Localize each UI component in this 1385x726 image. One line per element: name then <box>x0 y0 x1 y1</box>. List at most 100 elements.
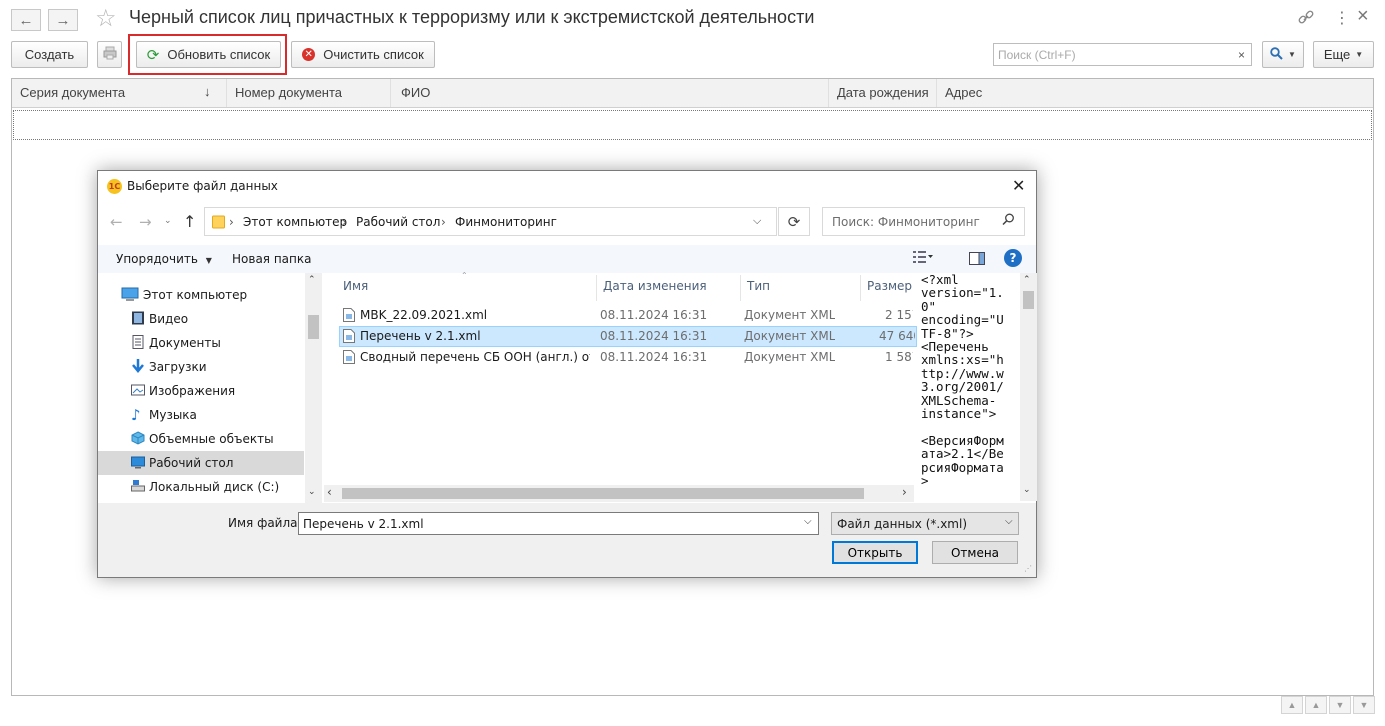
link-icon[interactable] <box>1297 9 1315 31</box>
preview-scrollbar[interactable]: ⌃ ⌄ <box>1020 273 1037 501</box>
more-button-label: Еще <box>1323 47 1351 62</box>
column-header-fio[interactable]: ФИО <box>391 79 829 107</box>
file-type-filter-select[interactable]: Файл данных (*.xml) ⌵ <box>831 512 1019 535</box>
create-button[interactable]: Создать <box>11 41 88 68</box>
breadcrumb-item[interactable]: Финмониторинг <box>455 215 557 229</box>
scroll-down-icon[interactable]: ▼ <box>1329 696 1351 714</box>
search-input[interactable]: Поиск (Ctrl+F) <box>993 43 1233 66</box>
file-row[interactable]: MBK_22.09.2021.xml 08.11.2024 16:31 Доку… <box>339 305 917 326</box>
nav-item-local-disk[interactable]: Локальный диск (C:) <box>98 475 304 499</box>
preview-scrollbar-thumb[interactable] <box>1023 291 1034 309</box>
scroll-down-icon[interactable]: ⌄ <box>308 487 316 497</box>
recent-locations-chevron-icon[interactable]: ⌄ <box>164 216 172 226</box>
nav-item-this-pc[interactable]: Этот компьютер <box>98 283 304 307</box>
favorite-star-icon[interactable]: ☆ <box>95 4 117 33</box>
print-button[interactable] <box>97 41 122 68</box>
navigation-pane[interactable]: Этот компьютер Видео Документы Загрузки … <box>98 273 322 503</box>
nav-scrollbar-thumb[interactable] <box>308 315 319 339</box>
column-label: Дата рождения <box>837 85 929 100</box>
column-header-birthdate[interactable]: Дата рождения <box>829 79 937 107</box>
scroll-up-icon[interactable]: ⌃ <box>1023 275 1031 285</box>
preview-pane-icon[interactable] <box>969 252 985 268</box>
refresh-folder-icon[interactable]: ⟳ <box>778 207 810 236</box>
forward-button[interactable]: → <box>48 9 78 31</box>
column-label: Адрес <box>945 85 983 100</box>
more-button[interactable]: Еще ▼ <box>1313 41 1374 68</box>
help-icon[interactable]: ? <box>1004 249 1022 267</box>
search-clear-icon[interactable]: × <box>1232 43 1252 66</box>
clear-list-label: Очистить список <box>323 47 424 62</box>
back-button[interactable]: ← <box>11 9 41 31</box>
chevron-down-icon[interactable]: ⌵ <box>804 516 812 527</box>
back-arrow-icon[interactable]: ← <box>110 213 123 231</box>
organize-button[interactable]: Упорядочить ▼ <box>116 252 212 266</box>
folder-search-input[interactable]: Поиск: Финмониторинг <box>822 207 1025 236</box>
scroll-left-icon[interactable]: ‹ <box>327 485 332 499</box>
nav-item-desktop[interactable]: Рабочий стол <box>98 451 304 475</box>
scroll-up-icon[interactable]: ▲ <box>1305 696 1327 714</box>
sort-up-chevron-icon: ⌃ <box>461 271 468 280</box>
column-header-number[interactable]: Номер документа <box>227 79 391 107</box>
scroll-down-icon[interactable]: ⌄ <box>1023 485 1031 495</box>
table-header: Серия документа ↓ Номер документа ФИО Да… <box>12 79 1373 108</box>
scroll-to-bottom-icon[interactable]: ▼ <box>1353 696 1375 714</box>
search-icon[interactable] <box>1002 213 1015 229</box>
file-column-size[interactable]: Размер <box>867 279 912 297</box>
file-row[interactable]: Сводный перечень СБ ООН (англ.) от 2... … <box>339 347 917 368</box>
address-bar[interactable]: › Этот компьютер › Рабочий стол › Финмон… <box>204 207 777 236</box>
file-column-modified[interactable]: Дата изменения <box>603 279 707 297</box>
clear-list-button[interactable]: ✕ Очистить список <box>291 41 435 68</box>
resize-grip-icon[interactable]: ⋰ <box>1024 565 1034 575</box>
nav-item-label: Загрузки <box>149 360 207 374</box>
file-size: 2 157 <box>885 308 913 322</box>
refresh-list-button[interactable]: ⟳ Обновить список <box>136 41 281 68</box>
3d-objects-icon <box>131 430 145 448</box>
file-column-type[interactable]: Тип <box>747 279 770 297</box>
dialog-bottom-area: Имя файла: Перечень v 2.1.xml ⌵ Файл дан… <box>98 503 1036 577</box>
close-icon[interactable]: × <box>1357 5 1369 28</box>
video-icon <box>131 311 145 328</box>
column-header-series[interactable]: Серия документа ↓ <box>12 79 227 107</box>
filename-input[interactable]: Перечень v 2.1.xml ⌵ <box>298 512 819 535</box>
nav-item-3d-objects[interactable]: Объемные объекты <box>98 427 304 451</box>
1c-logo-icon: 1С <box>107 179 122 194</box>
drive-icon <box>131 479 145 496</box>
empty-table-row[interactable] <box>13 110 1372 140</box>
nav-scrollbar[interactable]: ⌃ ⌄ <box>305 273 322 503</box>
column-header-address[interactable]: Адрес <box>937 79 1373 107</box>
file-size: 47 640 <box>879 329 915 343</box>
computer-icon <box>121 287 139 304</box>
nav-item-music[interactable]: ♪ Музыка <box>98 403 304 427</box>
file-list-hscrollbar[interactable]: ‹ › <box>324 485 914 502</box>
new-folder-button[interactable]: Новая папка <box>232 252 311 266</box>
nav-item-video[interactable]: Видео <box>98 307 304 331</box>
nav-item-documents[interactable]: Документы <box>98 331 304 355</box>
up-folder-arrow-icon[interactable]: ↑ <box>183 212 196 231</box>
view-options-icon[interactable] <box>913 250 933 267</box>
file-open-dialog[interactable]: 1С Выберите файл данных ✕ ← → ⌄ ↑ › Этот… <box>97 170 1037 578</box>
clear-icon: ✕ <box>302 48 316 61</box>
breadcrumb-item[interactable]: Рабочий стол <box>356 215 440 229</box>
nav-item-label: Локальный диск (C:) <box>149 480 280 494</box>
dialog-close-icon[interactable]: ✕ <box>1012 176 1025 195</box>
more-options-icon[interactable]: ⋮ <box>1334 8 1350 28</box>
breadcrumb-separator-icon: › <box>342 215 347 229</box>
file-row-selected[interactable]: Перечень v 2.1.xml 08.11.2024 16:31 Доку… <box>339 326 917 347</box>
address-dropdown-chevron-icon[interactable]: ⌵ <box>753 214 761 228</box>
breadcrumb-item[interactable]: Этот компьютер <box>243 215 347 229</box>
search-options-button[interactable]: ▼ <box>1262 41 1304 68</box>
nav-item-pictures[interactable]: Изображения <box>98 379 304 403</box>
scroll-to-top-icon[interactable]: ▲ <box>1281 696 1303 714</box>
page-title: Черный список лиц причастных к терроризм… <box>129 7 815 27</box>
hscrollbar-thumb[interactable] <box>342 488 864 499</box>
breadcrumb-separator-icon: › <box>229 215 234 229</box>
forward-arrow-icon[interactable]: → <box>139 213 152 231</box>
scroll-up-icon[interactable]: ⌃ <box>308 275 316 285</box>
file-column-name[interactable]: Имя <box>343 279 368 297</box>
chevron-down-icon: ▼ <box>205 256 212 265</box>
scroll-right-icon[interactable]: › <box>902 485 907 499</box>
open-button[interactable]: Открыть <box>832 541 918 564</box>
file-name: Сводный перечень СБ ООН (англ.) от 2... <box>360 350 590 364</box>
cancel-button[interactable]: Отмена <box>932 541 1018 564</box>
nav-item-downloads[interactable]: Загрузки <box>98 355 304 379</box>
